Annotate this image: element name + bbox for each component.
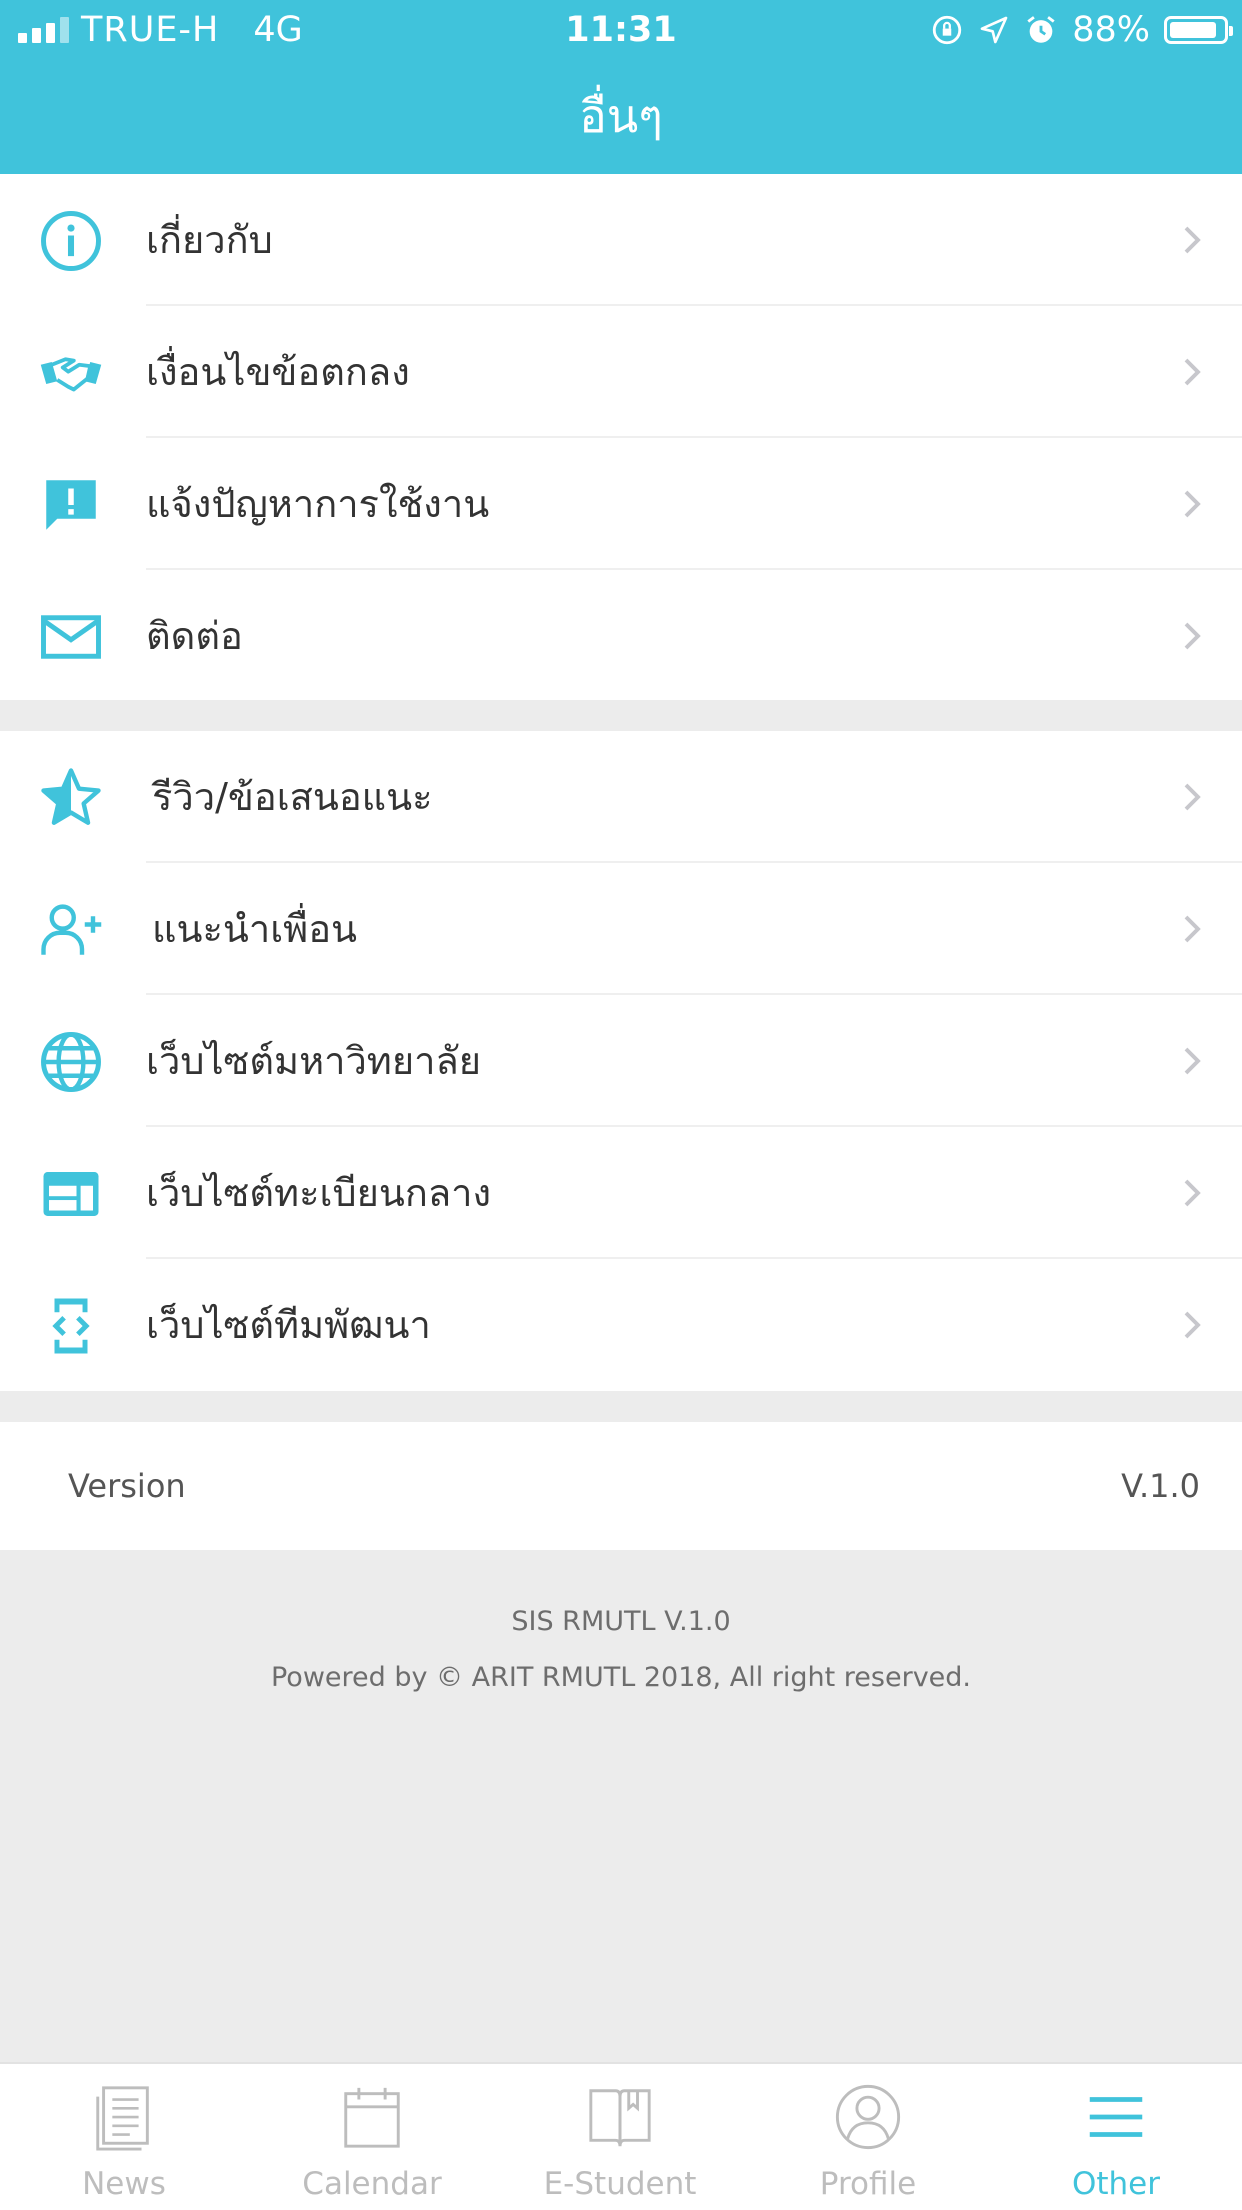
alarm-icon [1027, 16, 1055, 43]
menu-group-links: รีวิว/ข้อเสนอแนะ แนะนำเพื่อน เว็บไซต์มหา… [0, 731, 1242, 1391]
footer-copyright: Powered by © ARIT RMUTL 2018, All right … [270, 1662, 972, 1693]
chevron-right-icon [1184, 490, 1201, 518]
chevron-right-icon [1184, 915, 1201, 943]
menu-item-about[interactable]: เกี่ยวกับ [0, 174, 1242, 306]
tab-label: Profile [819, 2166, 917, 2202]
menu-item-label: เกี่ยวกับ [146, 218, 273, 262]
menu-item-review[interactable]: รีวิว/ข้อเสนอแนะ [0, 731, 1242, 863]
page-title: อื่นๆ [579, 89, 663, 143]
version-row: Version V.1.0 [0, 1422, 1242, 1550]
menu-item-label: เว็บไซต์มหาวิทยาลัย [146, 1039, 482, 1083]
menu-item-university-website[interactable]: เว็บไซต์มหาวิทยาลัย [0, 995, 1242, 1127]
tab-bar: News Calendar E-Student Profile Other [0, 2062, 1242, 2210]
developer-icon [52, 1298, 90, 1354]
tab-e-student[interactable]: E-Student [496, 2064, 744, 2210]
globe-icon [41, 1032, 101, 1092]
version-label: Version [68, 1467, 186, 1505]
book-icon [589, 2089, 651, 2147]
web-icon [43, 1172, 99, 1216]
header: TRUE-H 4G 11:31 88% อื่นๆ [0, 0, 1242, 174]
news-icon [96, 2086, 149, 2151]
menu-item-registrar-website[interactable]: เว็บไซต์ทะเบียนกลาง [0, 1127, 1242, 1259]
calendar-icon [344, 2087, 400, 2148]
chevron-right-icon [1184, 1179, 1201, 1207]
menu-item-label: เงื่อนไขข้อตกลง [146, 350, 410, 394]
battery-icon [1164, 16, 1233, 44]
chevron-right-icon [1184, 358, 1201, 386]
star-icon [41, 768, 101, 825]
location-icon [980, 16, 1008, 44]
footer-app-name: SIS RMUTL V.1.0 [511, 1606, 731, 1637]
profile-icon [835, 2084, 901, 2150]
menu-item-contact[interactable]: ติดต่อ [0, 570, 1242, 702]
menu-item-label: แนะนำเพื่อน [152, 907, 358, 951]
handshake-icon [40, 357, 102, 392]
tab-label: Other [1071, 2166, 1161, 2202]
tab-calendar[interactable]: Calendar [248, 2064, 496, 2210]
orientation-lock-icon [933, 15, 962, 45]
feedback-icon [46, 480, 96, 530]
menu-item-report-problem[interactable]: แจ้งปัญหาการใช้งาน [0, 438, 1242, 570]
chevron-right-icon [1184, 226, 1201, 254]
menu-item-label: รีวิว/ข้อเสนอแนะ [152, 775, 433, 819]
chevron-right-icon [1184, 622, 1201, 650]
menu-item-developer-website[interactable]: เว็บไซต์ทีมพัฒนา [0, 1259, 1242, 1391]
menu-group-general: เกี่ยวกับ เงื่อนไขข้อตกลง แจ้งปัญหาการใช… [0, 174, 1242, 700]
menu-item-invite-friend[interactable]: แนะนำเพื่อน [0, 863, 1242, 995]
menu-item-label: แจ้งปัญหาการใช้งาน [146, 482, 490, 526]
menu-item-label: ติดต่อ [146, 614, 243, 658]
mail-icon [41, 615, 101, 659]
tab-news[interactable]: News [0, 2064, 248, 2210]
status-bar: TRUE-H 4G 11:31 88% [0, 0, 1242, 62]
tab-profile[interactable]: Profile [744, 2064, 992, 2210]
menu-icon [1089, 2097, 1143, 2137]
menu-item-label: เว็บไซต์ทะเบียนกลาง [146, 1171, 492, 1215]
tab-other[interactable]: Other [992, 2064, 1240, 2210]
menu-item-label: เว็บไซต์ทีมพัฒนา [146, 1303, 431, 1347]
chevron-right-icon [1184, 1047, 1201, 1075]
info-icon [41, 211, 101, 271]
tab-label: E-Student [543, 2166, 697, 2202]
battery-percent: 88% [1072, 10, 1150, 50]
tab-label: Calendar [302, 2166, 442, 2202]
add-person-icon [41, 904, 102, 955]
tab-label: News [82, 2166, 166, 2202]
version-value: V.1.0 [1121, 1467, 1200, 1505]
chevron-right-icon [1184, 783, 1201, 811]
menu-item-terms[interactable]: เงื่อนไขข้อตกลง [0, 306, 1242, 438]
chevron-right-icon [1184, 1311, 1201, 1339]
